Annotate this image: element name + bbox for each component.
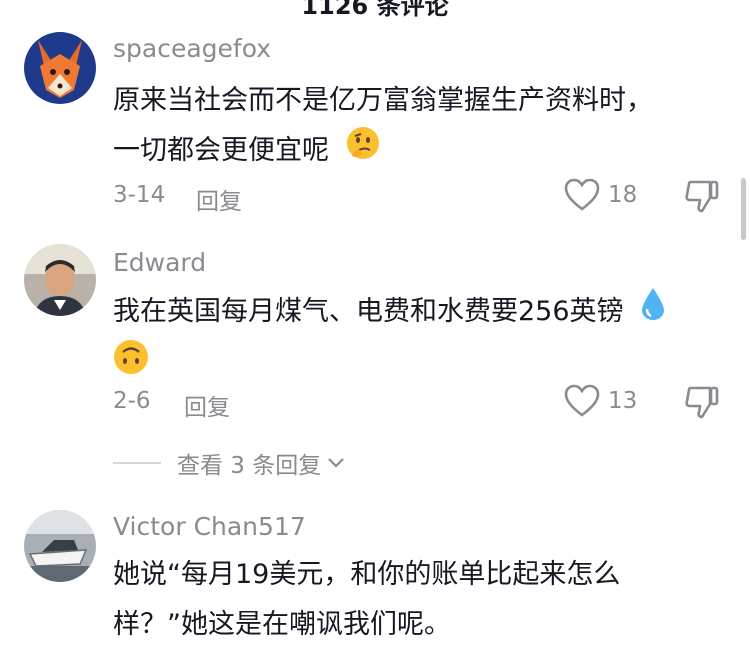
comment-text-line: 样？”她这是在嘲讽我们呢。 — [113, 609, 451, 640]
like-button[interactable]: 18 — [564, 178, 637, 212]
thinking-face-emoji-icon — [346, 126, 380, 177]
upside-down-face-emoji-icon — [113, 339, 149, 392]
reply-button[interactable]: 回复 — [196, 182, 242, 216]
person-avatar-icon — [24, 244, 96, 316]
view-replies-label: 查看 3 条回复 — [177, 453, 322, 479]
droplet-emoji-icon — [640, 286, 666, 339]
boat-avatar-icon — [24, 510, 96, 582]
comment-count-header: 1126 条评论 — [301, 0, 449, 20]
comment-date: 3-14 — [113, 182, 166, 208]
comment-username[interactable]: Victor Chan517 — [113, 512, 306, 541]
comment-text: 她说“每月19美元，和你的账单比起来怎么 样？”她这是在嘲讽我们呢。 — [113, 550, 713, 650]
avatar[interactable] — [24, 510, 96, 582]
like-count: 13 — [608, 388, 638, 414]
comment-text-line: 我在英国每月煤气、电费和水费要256英镑 — [113, 296, 624, 327]
comment-username[interactable]: spaceagefox — [113, 34, 271, 63]
chevron-down-icon — [328, 458, 345, 468]
divider — [113, 462, 161, 464]
heart-icon — [564, 178, 600, 211]
reply-button[interactable]: 回复 — [184, 388, 230, 422]
comment-text-line-with-emoji: 我在英国每月煤气、电费和水费要256英镑 — [113, 286, 713, 339]
like-count: 18 — [608, 182, 638, 208]
comment-text-line: 原来当社会而不是亿万富翁掌握生产资料时， — [113, 85, 653, 116]
thumbs-down-icon — [685, 386, 719, 419]
dislike-button[interactable] — [684, 178, 720, 218]
avatar[interactable] — [24, 244, 96, 316]
comment-text: 原来当社会而不是亿万富翁掌握生产资料时， 一切都会更便宜呢 — [113, 76, 713, 177]
comment-text-line: 她说“每月19美元，和你的账单比起来怎么 — [113, 559, 621, 590]
avatar[interactable] — [24, 32, 96, 104]
scrollbar[interactable] — [741, 178, 746, 240]
comment-text-line: 一切都会更便宜呢 — [113, 135, 329, 166]
view-replies-button[interactable]: 查看 3 条回复 — [113, 446, 345, 480]
heart-icon — [564, 384, 600, 417]
dislike-button[interactable] — [684, 384, 720, 424]
comment-date: 2-6 — [113, 388, 151, 414]
comment-text: 我在英国每月煤气、电费和水费要256英镑 — [113, 286, 713, 392]
fox-avatar-icon — [24, 32, 96, 104]
like-button[interactable]: 13 — [564, 384, 637, 418]
thumbs-down-icon — [685, 180, 719, 213]
comment-username[interactable]: Edward — [113, 248, 206, 277]
comment-text-line-with-emoji: 一切都会更便宜呢 — [113, 126, 713, 177]
